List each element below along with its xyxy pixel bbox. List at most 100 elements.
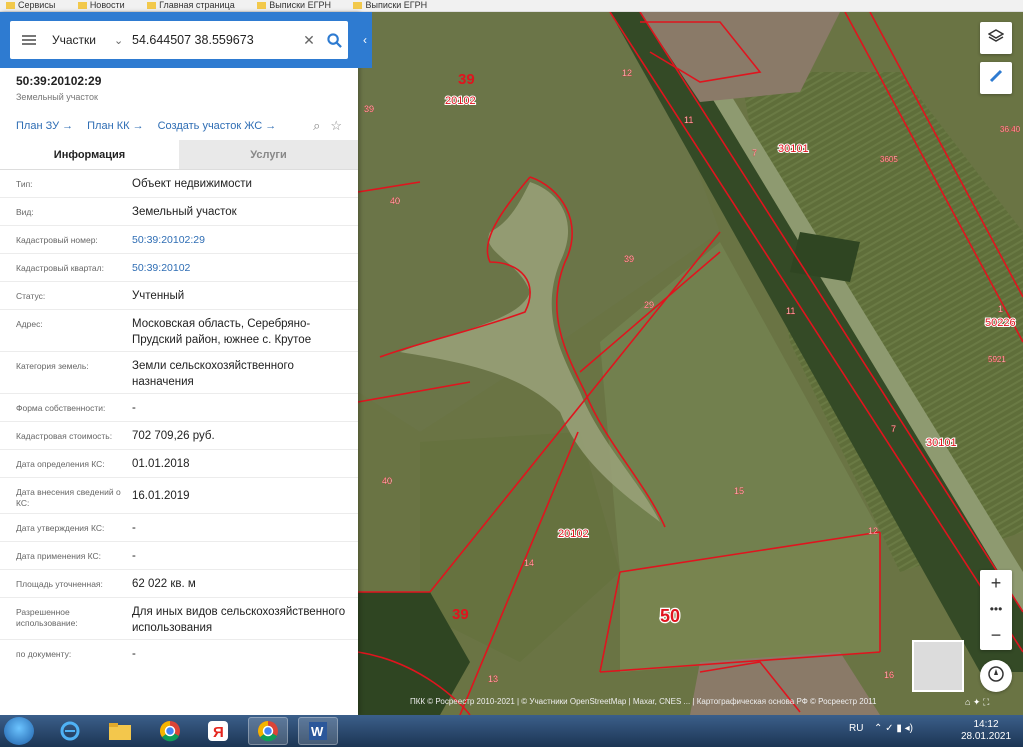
yandex-browser-icon[interactable]: Я <box>198 717 238 745</box>
info-value: 16.01.2019 <box>132 490 190 502</box>
map-label: 7 <box>891 424 896 434</box>
clock[interactable]: 14:12 28.01.2021 <box>953 719 1019 743</box>
bookmark-item[interactable]: Новости <box>77 0 125 10</box>
bookmarks-bar: Сервисы Новости Главная страница Выписки… <box>0 0 1023 12</box>
object-header: 50:39:20102:29 Земельный участок <box>0 68 358 102</box>
map-attribution: ПКК © Росреестр 2010-2021 | © Участники … <box>410 697 877 706</box>
zoom-in-button[interactable]: + <box>980 570 1012 596</box>
info-value: Земельный участок <box>132 206 237 218</box>
measure-button[interactable] <box>980 62 1012 94</box>
info-row: Разрешенное использование: Для иных видов… <box>0 598 358 640</box>
map-label: 40 <box>382 476 392 486</box>
info-row: Статус: Учтенный <box>0 282 358 310</box>
clear-icon[interactable]: ✕ <box>298 32 320 49</box>
create-zs-link[interactable]: Создать участок ЖС → <box>158 120 277 132</box>
clock-time: 14:12 <box>973 719 999 730</box>
info-label: Разрешенное использование: <box>16 607 78 628</box>
map-label: 39 <box>364 104 374 114</box>
plan-kk-link[interactable]: План КК → <box>87 120 143 132</box>
info-label: Площадь уточненная: <box>16 579 103 589</box>
info-panel: Участки ⌄ 54.644507 38.559673 ✕ 50:39:20… <box>0 12 358 715</box>
info-row: Форма собственности: - <box>0 394 358 422</box>
info-row: Кадастровый номер: 50:39:20102:29 <box>0 226 358 254</box>
word-icon[interactable]: W <box>298 717 338 745</box>
tab-info[interactable]: Информация <box>0 140 179 169</box>
menu-button[interactable] <box>10 21 48 59</box>
info-label: Форма собственности: <box>16 403 106 413</box>
map-label: 50226 <box>985 317 1016 329</box>
cadastral-quarter-link[interactable]: 50:39:20102 <box>132 260 347 276</box>
info-row: Вид: Земельный участок <box>0 198 358 226</box>
map-label: 29 <box>644 300 654 310</box>
info-label: Категория земель: <box>16 361 89 371</box>
info-value: Учтенный <box>132 290 185 302</box>
info-label: Дата утверждения КС: <box>16 523 105 533</box>
locate-button[interactable] <box>980 660 1012 692</box>
ie-icon[interactable] <box>50 717 90 745</box>
tray-icons[interactable]: ⌃ ✓ ▮ ◂) <box>874 723 913 734</box>
search-input[interactable]: 54.644507 38.559673 <box>132 33 298 47</box>
start-button[interactable] <box>4 717 34 745</box>
map-label: 30101 <box>926 437 957 449</box>
map-label: 16 <box>884 670 894 680</box>
info-row: Дата определения КС: 01.01.2018 <box>0 450 358 478</box>
collapse-panel-button[interactable]: ‹ <box>358 12 372 68</box>
map-label: 36:40 <box>1000 125 1021 134</box>
info-value: 702 709,26 руб. <box>132 430 215 442</box>
map-label: 15 <box>734 486 744 496</box>
bookmark-item[interactable]: Сервисы <box>6 0 55 10</box>
map-label: 13 <box>488 674 498 684</box>
map-label: 5921 <box>988 355 1006 364</box>
layers-button[interactable] <box>980 22 1012 54</box>
object-number: 50:39:20102:29 <box>16 74 102 88</box>
star-icon[interactable]: ☆ <box>330 118 342 134</box>
object-actions: План ЗУ → План КК → Создать участок ЖС →… <box>0 116 358 136</box>
taskbar: Я W RU ⌃ ✓ ▮ ◂) 14:12 28.01.2021 <box>0 715 1023 747</box>
ruler-icon <box>988 68 1004 89</box>
zoom-to-icon[interactable]: ⌕ <box>313 118 320 134</box>
object-type: Земельный участок <box>16 92 98 102</box>
info-row: Площадь уточненная: 62 022 кв. м <box>0 570 358 598</box>
info-row: Кадастровая стоимость: 702 709,26 руб. <box>0 422 358 450</box>
folder-icon[interactable] <box>100 717 140 745</box>
cadastral-number-link[interactable]: 50:39:20102:29 <box>132 232 347 248</box>
map-label: 12 <box>868 526 878 536</box>
bookmark-item[interactable]: Выписки ЕГРН <box>257 0 331 10</box>
zoom-control: + ••• − <box>980 570 1012 650</box>
tabs: Информация Услуги <box>0 140 358 170</box>
info-label: Дата внесения сведений о КС: <box>16 487 121 508</box>
info-value: Для иных видов сельскохозяйственного исп… <box>132 606 346 634</box>
info-row: Кадастровый квартал: 50:39:20102 <box>0 254 358 282</box>
map-label: 11 <box>786 306 795 316</box>
minimap[interactable] <box>912 640 964 692</box>
chrome-icon[interactable] <box>150 717 190 745</box>
info-label: Дата определения КС: <box>16 459 105 469</box>
info-value: Объект недвижимости <box>132 178 252 190</box>
more-icon[interactable]: ••• <box>980 596 1012 622</box>
search-type-select[interactable]: Участки <box>52 33 114 47</box>
search-icon <box>326 32 342 48</box>
zoom-out-button[interactable]: − <box>980 622 1012 648</box>
search-button[interactable] <box>320 21 348 59</box>
language-indicator[interactable]: RU <box>849 723 863 734</box>
bookmark-item[interactable]: Главная страница <box>147 0 235 10</box>
plan-zu-link[interactable]: План ЗУ → <box>16 120 73 132</box>
chevron-left-icon: ‹ <box>363 33 367 47</box>
search-box: Участки ⌄ 54.644507 38.559673 ✕ <box>10 21 348 59</box>
map-bottom-icons: ⌂ ✦ ⛶ <box>965 697 990 707</box>
info-row: по документу: - <box>0 640 358 668</box>
chrome-active-icon[interactable] <box>248 717 288 745</box>
clock-date: 28.01.2021 <box>960 731 1012 742</box>
bookmark-item[interactable]: Выписки ЕГРН <box>353 0 427 10</box>
chevron-down-icon[interactable]: ⌄ <box>114 34 130 47</box>
info-label: Кадастровый номер: <box>16 235 98 245</box>
map-label: 12 <box>622 68 632 78</box>
layers-icon <box>987 28 1005 49</box>
info-label: Дата применения КС: <box>16 551 102 561</box>
info-label: Кадастровый квартал: <box>16 263 104 273</box>
map-label: 3605 <box>880 155 898 164</box>
map-label: 20102 <box>558 528 589 540</box>
info-row: Дата внесения сведений о КС: 16.01.2019 <box>0 478 358 514</box>
info-value: - <box>132 522 136 534</box>
tab-services[interactable]: Услуги <box>179 140 358 169</box>
